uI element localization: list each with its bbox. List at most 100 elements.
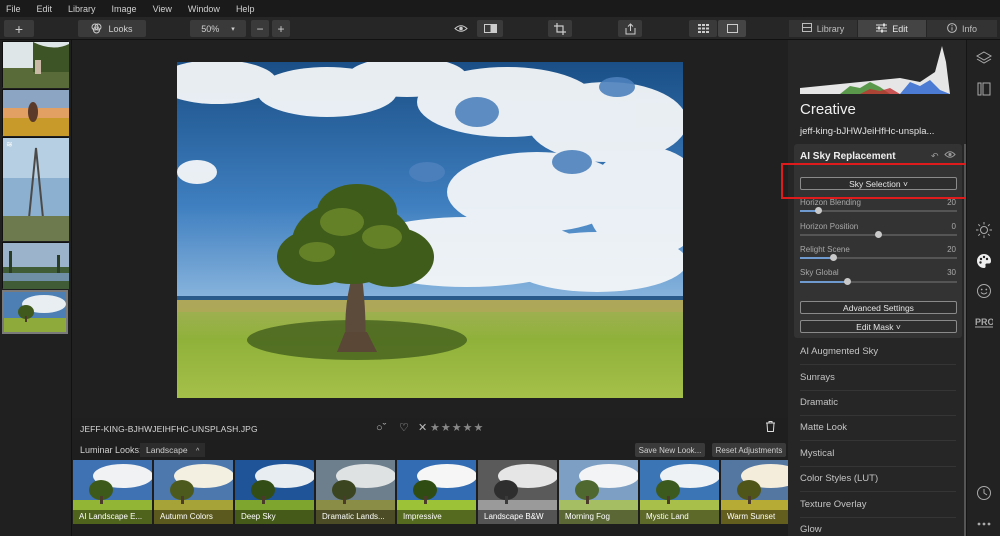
pro-tools-icon[interactable]: PRO xyxy=(975,314,993,330)
look-thumbnail[interactable]: AI Landscape E... xyxy=(73,460,152,524)
compare-button[interactable] xyxy=(477,20,503,37)
layers-icon[interactable] xyxy=(976,50,992,66)
tab-library[interactable]: Library xyxy=(789,20,857,37)
look-label: Landscape B&W xyxy=(478,510,557,524)
save-new-look-button[interactable]: Save New Look... xyxy=(635,443,705,457)
share-button[interactable] xyxy=(618,20,642,37)
histogram xyxy=(800,42,950,94)
tab-info[interactable]: Info xyxy=(927,20,997,37)
filmstrip-thumbnail[interactable] xyxy=(2,242,69,289)
tab-edit[interactable]: Edit xyxy=(858,20,926,37)
tool-matte-look[interactable]: Matte Look xyxy=(800,422,847,433)
single-view-button[interactable] xyxy=(718,20,746,37)
look-thumbnail[interactable]: Mystic Land xyxy=(640,460,719,524)
grid-view-button[interactable] xyxy=(689,20,717,37)
slider-knob[interactable] xyxy=(830,254,837,261)
divider xyxy=(800,517,956,518)
look-label: Impressive xyxy=(397,510,476,524)
tool-title: AI Sky Replacement xyxy=(800,151,896,162)
more-options-icon[interactable] xyxy=(976,516,992,532)
section-title: Creative xyxy=(800,101,856,118)
adjusted-icon: ≋ xyxy=(6,140,13,149)
image-canvas[interactable] xyxy=(72,40,788,418)
visibility-toggle-icon[interactable] xyxy=(944,150,956,162)
menu-image[interactable]: Image xyxy=(112,4,137,14)
horizon-blending-slider[interactable] xyxy=(800,207,957,214)
slider-knob[interactable] xyxy=(844,278,851,285)
crop-button[interactable] xyxy=(548,20,572,37)
menu-help[interactable]: Help xyxy=(236,4,255,14)
filmstrip-thumbnail[interactable]: ≋ xyxy=(2,137,69,241)
divider xyxy=(800,415,956,416)
look-label: Deep Sky xyxy=(235,510,314,524)
zoom-select[interactable]: 50% ▾ xyxy=(190,20,246,37)
add-image-button[interactable]: + xyxy=(4,20,34,37)
edit-mask-dropdown[interactable]: Edit Mask ˅ xyxy=(800,320,957,333)
slider-fill xyxy=(800,257,834,259)
horizon-position-slider[interactable] xyxy=(800,231,957,238)
flag-icon[interactable]: ○ˇ xyxy=(376,422,386,434)
looks-category-select[interactable]: Landscape ^ xyxy=(140,443,206,457)
divider xyxy=(800,364,956,365)
history-clock-icon[interactable] xyxy=(976,485,992,501)
zoom-out-button[interactable]: − xyxy=(251,20,269,37)
look-thumbnail[interactable]: Autumn Colors xyxy=(154,460,233,524)
looks-label: Looks xyxy=(108,23,133,34)
tool-color-styles[interactable]: Color Styles (LUT) xyxy=(800,473,878,484)
look-thumbnail[interactable]: Impressive xyxy=(397,460,476,524)
look-thumbnail[interactable]: Landscape B&W xyxy=(478,460,557,524)
slider-value: 30 xyxy=(947,268,956,277)
heart-icon[interactable]: ♡ xyxy=(399,421,409,434)
crop-icon xyxy=(554,22,566,35)
portrait-face-icon[interactable] xyxy=(976,283,992,299)
tab-edit-label: Edit xyxy=(892,23,908,34)
looks-button[interactable]: Looks xyxy=(78,20,146,37)
tool-dramatic[interactable]: Dramatic xyxy=(800,397,838,408)
filmstrip-thumbnail[interactable] xyxy=(2,41,69,88)
reject-icon[interactable]: ✕ xyxy=(418,421,427,434)
trash-icon[interactable] xyxy=(766,421,775,435)
essentials-sun-icon[interactable] xyxy=(976,222,992,238)
reset-adjustments-button[interactable]: Reset Adjustments xyxy=(712,443,786,457)
look-thumbnail[interactable]: Morning Fog xyxy=(559,460,638,524)
zoom-in-button[interactable]: + xyxy=(272,20,290,37)
canvas-icon[interactable] xyxy=(976,81,992,97)
filmstrip-thumbnail-selected[interactable] xyxy=(2,290,68,334)
tool-ai-augmented-sky[interactable]: AI Augmented Sky xyxy=(800,346,878,357)
sky-global-slider[interactable] xyxy=(800,278,957,285)
slider-label: Horizon Position xyxy=(800,222,859,231)
slider-label: Horizon Blending xyxy=(800,198,861,207)
menu-edit[interactable]: Edit xyxy=(37,4,53,14)
edit-panel: Creative jeff-king-bJHWJeiHfHc-unspla...… xyxy=(788,40,966,536)
tool-category-bar: PRO xyxy=(966,40,1000,536)
divider xyxy=(800,390,956,391)
svg-text:PRO: PRO xyxy=(975,317,993,327)
tool-glow[interactable]: Glow xyxy=(800,524,822,535)
preview-button[interactable] xyxy=(449,20,473,37)
undo-icon[interactable]: ↶ xyxy=(931,151,939,162)
look-thumbnail[interactable]: Deep Sky xyxy=(235,460,314,524)
menu-window[interactable]: Window xyxy=(188,4,220,14)
divider xyxy=(800,491,956,492)
tool-mystical[interactable]: Mystical xyxy=(800,448,834,459)
creative-palette-icon[interactable] xyxy=(976,253,992,269)
filmstrip-thumbnail[interactable] xyxy=(2,89,69,136)
info-icon xyxy=(947,22,957,35)
menu-bar: File Edit Library Image View Window Help xyxy=(0,0,1000,17)
sliders-icon xyxy=(876,23,888,35)
menu-library[interactable]: Library xyxy=(68,4,96,14)
share-icon xyxy=(625,22,636,35)
relight-scene-slider[interactable] xyxy=(800,254,957,261)
advanced-settings-button[interactable]: Advanced Settings xyxy=(800,301,957,314)
star-rating[interactable]: ★★★★★ xyxy=(430,421,484,434)
tool-texture-overlay[interactable]: Texture Overlay xyxy=(800,499,867,510)
slider-knob[interactable] xyxy=(875,231,882,238)
tool-sunrays[interactable]: Sunrays xyxy=(800,372,835,383)
slider-knob[interactable] xyxy=(815,207,822,214)
look-thumbnail[interactable]: Dramatic Lands... xyxy=(316,460,395,524)
menu-file[interactable]: File xyxy=(6,4,21,14)
tab-info-label: Info xyxy=(961,23,977,34)
filmstrip: ≋ xyxy=(0,40,72,536)
main-photo[interactable] xyxy=(177,62,683,398)
menu-view[interactable]: View xyxy=(153,4,172,14)
